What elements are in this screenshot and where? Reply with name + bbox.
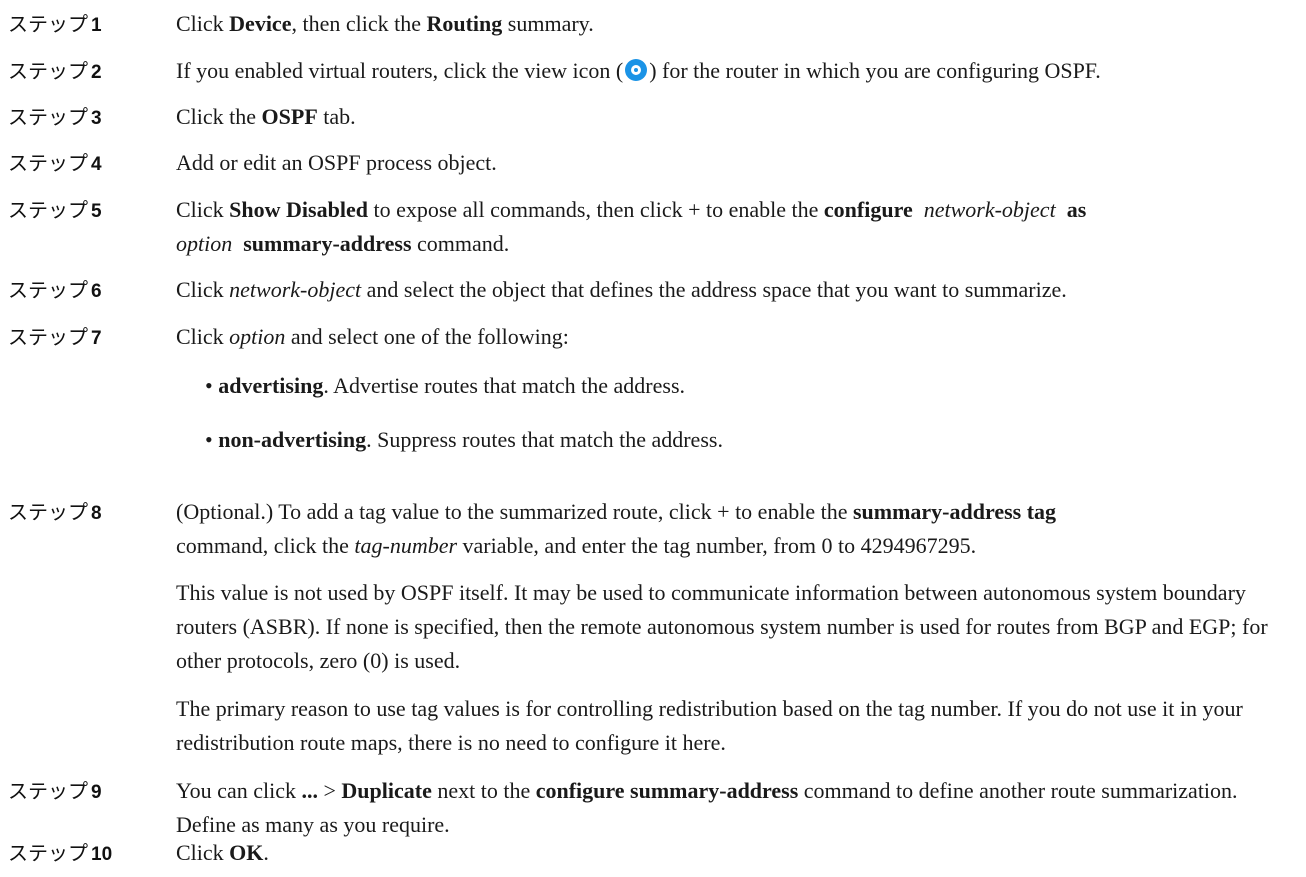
step-prefix: ステップ bbox=[8, 151, 88, 175]
ui-term-duplicate: Duplicate bbox=[341, 778, 432, 803]
step-3-text: Click the OSPF tab. bbox=[176, 104, 356, 129]
step-label: ステップ 9 bbox=[8, 775, 102, 809]
step-9-text: You can click ... > Duplicate next to th… bbox=[176, 778, 1238, 837]
view-icon bbox=[625, 59, 648, 81]
step-label: ステップ 7 bbox=[8, 321, 102, 355]
step-label: ステップ 3 bbox=[8, 101, 102, 135]
step-prefix: ステップ bbox=[8, 779, 88, 803]
cmd-configure: configure bbox=[823, 197, 913, 222]
step-label: ステップ 4 bbox=[8, 147, 102, 181]
step-label: ステップ 6 bbox=[8, 274, 102, 308]
step-6-text: Click network-object and select the obje… bbox=[176, 277, 1067, 302]
var-option: option bbox=[176, 231, 233, 256]
step-number: 6 bbox=[91, 281, 102, 302]
cmd-configure-summary-address: configure summary-address bbox=[535, 778, 799, 803]
step-number: 8 bbox=[91, 503, 102, 524]
cmd-summary-address-tag: summary-address tag bbox=[852, 499, 1057, 524]
step-prefix: ステップ bbox=[8, 841, 88, 865]
step-label: ステップ 1 bbox=[8, 8, 102, 42]
step-8-text: (Optional.) To add a tag value to the su… bbox=[176, 499, 1057, 558]
step-7-text: Click option and select one of the follo… bbox=[176, 324, 569, 349]
step-number: 1 bbox=[91, 15, 102, 36]
cmd-as: as bbox=[1066, 197, 1087, 222]
step-number: 7 bbox=[91, 328, 102, 349]
step-8-note-2: The primary reason to use tag values is … bbox=[176, 696, 1243, 755]
step-number: 9 bbox=[91, 782, 102, 803]
option-non-advertising: non-advertising bbox=[218, 427, 367, 452]
step-number: 5 bbox=[91, 201, 102, 222]
step-label: ステップ 10 bbox=[8, 837, 112, 871]
step-prefix: ステップ bbox=[8, 278, 88, 302]
step-number: 3 bbox=[91, 108, 102, 129]
var-tag-number: tag-number bbox=[354, 533, 458, 558]
step-5-text-line1: Click Show Disabled to expose all comman… bbox=[176, 197, 1087, 222]
var-option: option bbox=[229, 324, 286, 349]
step-number: 4 bbox=[91, 154, 102, 175]
ui-term-ok: OK bbox=[229, 840, 264, 865]
var-network-object: network-object bbox=[229, 277, 362, 302]
step-number: 2 bbox=[91, 62, 102, 83]
step-prefix: ステップ bbox=[8, 12, 88, 36]
step-5-text-line2: option summary-address command. bbox=[176, 231, 510, 256]
step-label: ステップ 2 bbox=[8, 55, 102, 89]
step-10-text: Click OK. bbox=[176, 840, 269, 865]
ui-term-routing: Routing bbox=[426, 11, 503, 36]
cmd-summary-address: summary-address bbox=[243, 231, 412, 256]
step-prefix: ステップ bbox=[8, 500, 88, 524]
step-8-note-1: This value is not used by OSPF itself. I… bbox=[176, 580, 1268, 673]
var-network-object: network-object bbox=[923, 197, 1056, 222]
ui-term-ospf: OSPF bbox=[261, 104, 318, 129]
ui-term-device: Device bbox=[229, 11, 292, 36]
step-2-text: If you enabled virtual routers, click th… bbox=[176, 58, 1101, 83]
step-prefix: ステップ bbox=[8, 198, 88, 222]
list-item: • non-advertising. Suppress routes that … bbox=[205, 427, 723, 452]
step-prefix: ステップ bbox=[8, 59, 88, 83]
step-label: ステップ 8 bbox=[8, 496, 102, 530]
step-label: ステップ 5 bbox=[8, 194, 102, 228]
step-number: 10 bbox=[91, 844, 113, 865]
step-1-text: Click Device, then click the Routing sum… bbox=[176, 11, 594, 36]
list-item: • advertising. Advertise routes that mat… bbox=[205, 373, 686, 398]
step-prefix: ステップ bbox=[8, 105, 88, 129]
step-prefix: ステップ bbox=[8, 325, 88, 349]
ui-term-more: ... bbox=[301, 778, 318, 803]
step-4-text: Add or edit an OSPF process object. bbox=[176, 150, 497, 175]
ui-term-show-disabled: Show Disabled bbox=[229, 197, 368, 222]
option-advertising: advertising bbox=[218, 373, 324, 398]
